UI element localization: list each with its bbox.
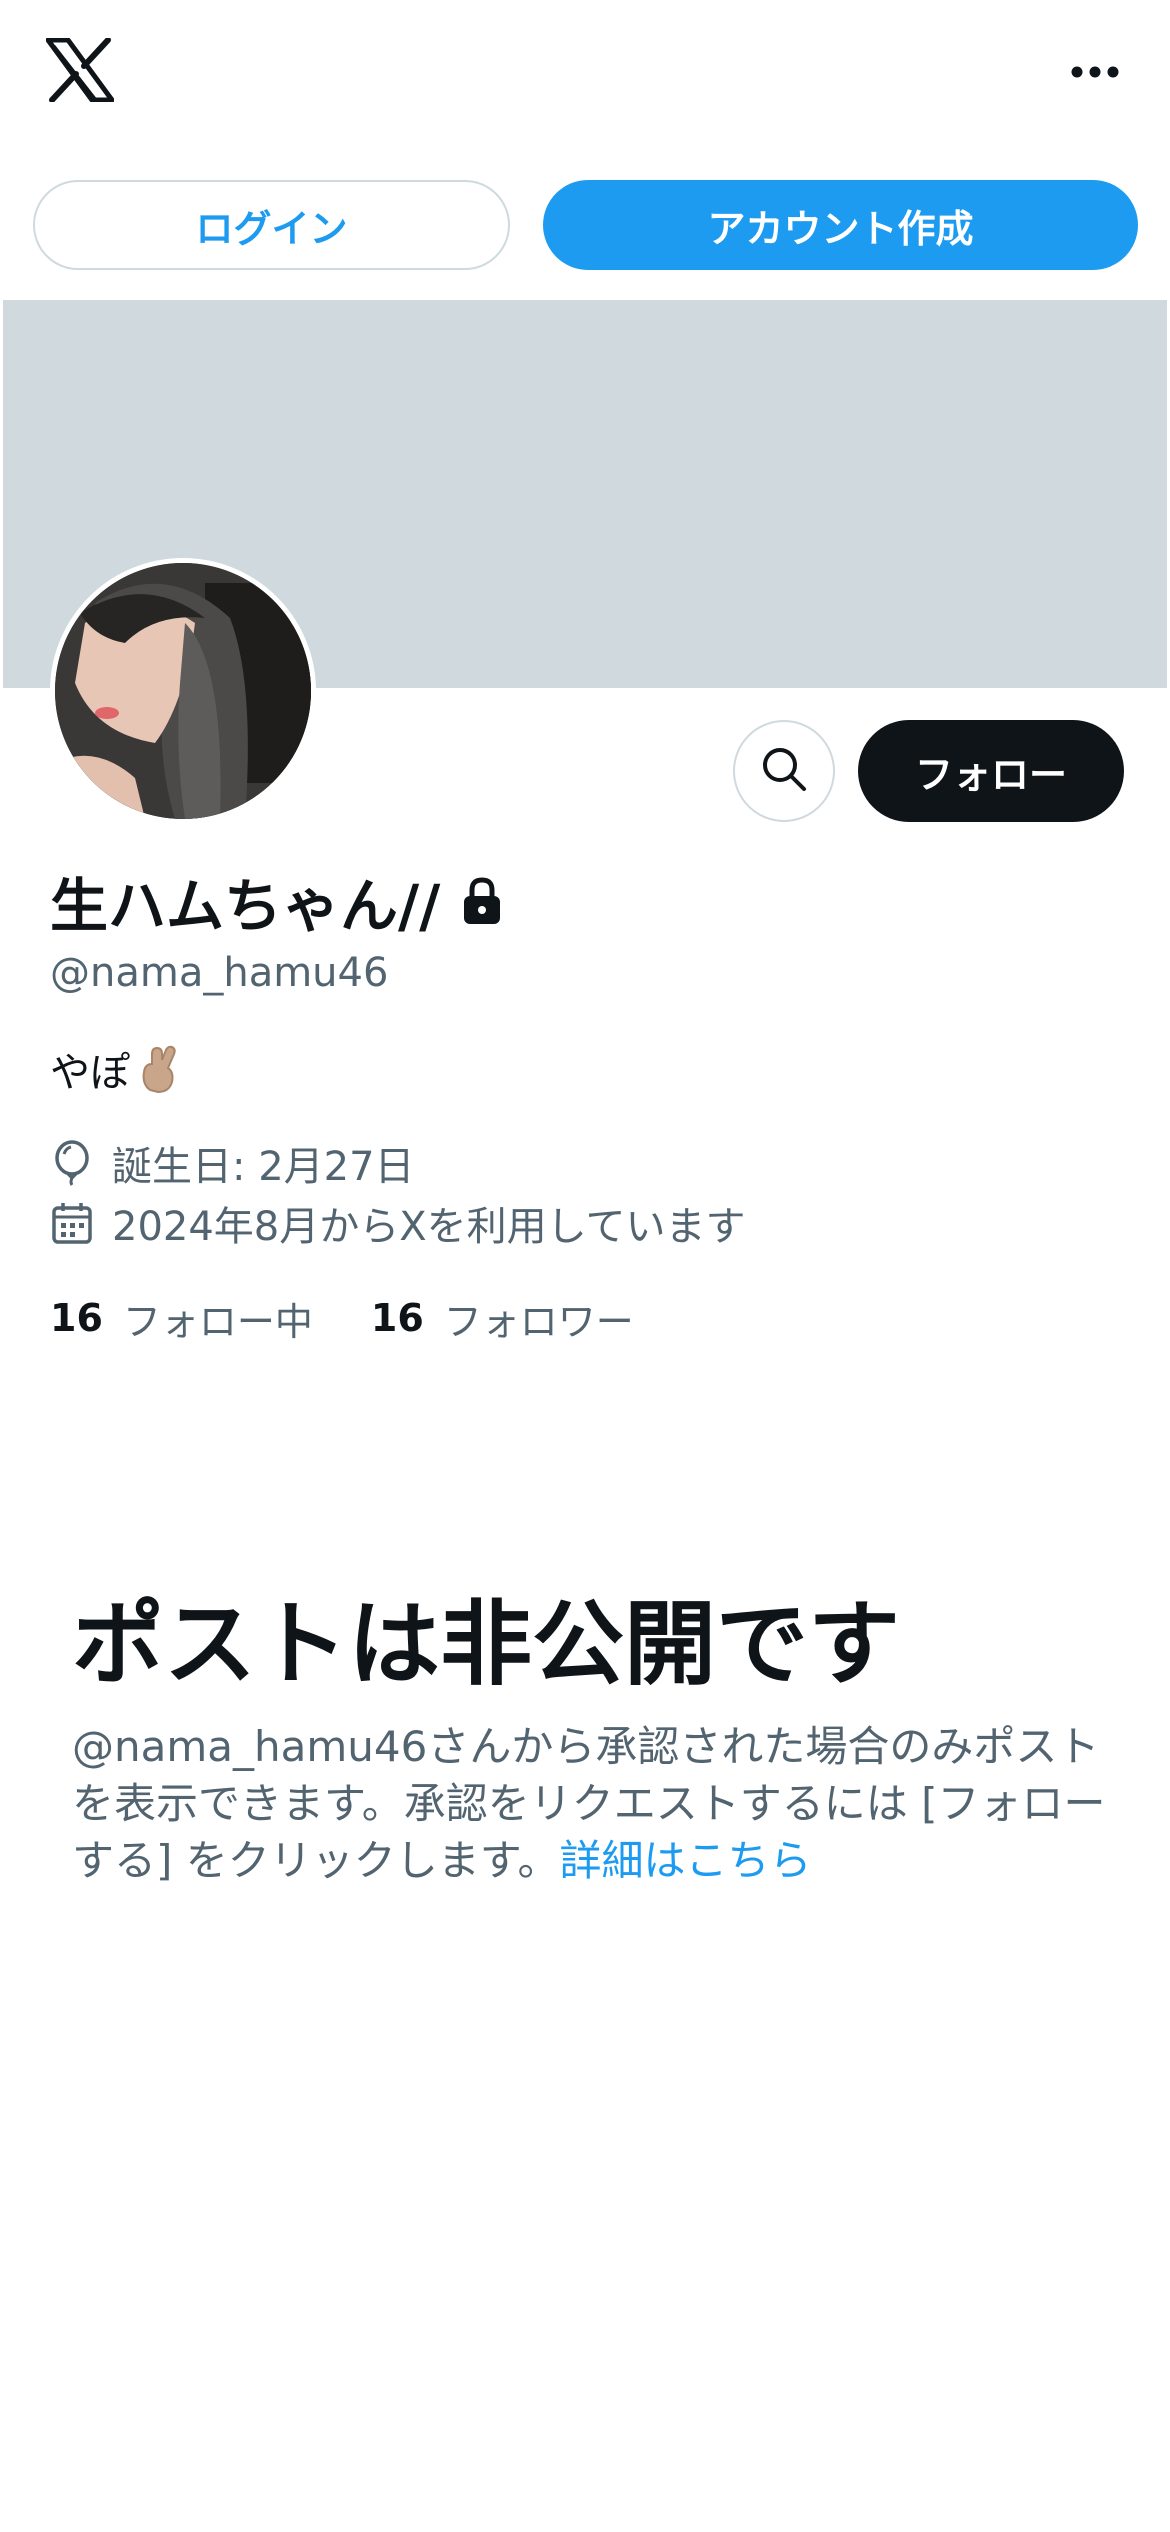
search-button[interactable] xyxy=(733,720,835,822)
name-row: 生ハムちゃん// xyxy=(50,866,502,940)
follow-button[interactable]: フォロー xyxy=(858,720,1124,822)
bio: やぽ xyxy=(50,1040,182,1098)
crossed-fingers-emoji-icon xyxy=(136,1044,182,1094)
signup-button[interactable]: アカウント作成 xyxy=(543,180,1138,270)
birthday-text: 誕生日: 2月27日 xyxy=(112,1144,415,1190)
followers-count: 16 xyxy=(370,1296,424,1340)
lock-icon xyxy=(462,876,502,926)
follow-stats: 16 フォロー中 16 フォロワー xyxy=(50,1290,692,1346)
balloon-icon xyxy=(50,1140,94,1186)
followers-stat[interactable]: 16 フォロワー xyxy=(371,1291,634,1346)
display-name: 生ハムちゃん// xyxy=(50,872,441,940)
avatar[interactable] xyxy=(50,558,316,824)
calendar-icon xyxy=(50,1200,94,1246)
login-button[interactable]: ログイン xyxy=(33,180,510,270)
private-notice-title: ポストは非公開です xyxy=(72,1591,901,1698)
x-logo-icon[interactable] xyxy=(45,37,115,103)
joined-text: 2024年8月からXを利用しています xyxy=(112,1204,746,1250)
joined-row: 2024年8月からXを利用しています xyxy=(50,1196,745,1250)
search-icon xyxy=(760,745,808,797)
following-count: 16 xyxy=(50,1296,103,1340)
followers-label: フォロワー xyxy=(443,1299,634,1344)
private-notice-body: @nama_hamu46さんから承認された場合のみポストを表示できます。承認をリ… xyxy=(72,1718,1112,1889)
auth-buttons: ログイン アカウント作成 xyxy=(0,180,1170,270)
profile-page: ログイン アカウント作成 フォロー 生ハムちゃん// @nama_hamu46 … xyxy=(0,0,1170,2532)
following-label: フォロー中 xyxy=(122,1299,313,1344)
bio-text: やぽ xyxy=(50,1050,130,1096)
handle: @nama_hamu46 xyxy=(50,950,389,996)
learn-more-link[interactable]: 詳細はこちら xyxy=(560,1836,812,1885)
birthday-row: 誕生日: 2月27日 xyxy=(50,1136,415,1190)
top-bar xyxy=(0,0,1170,150)
following-stat[interactable]: 16 フォロー中 xyxy=(50,1291,313,1346)
more-dots-icon[interactable] xyxy=(1060,50,1130,94)
